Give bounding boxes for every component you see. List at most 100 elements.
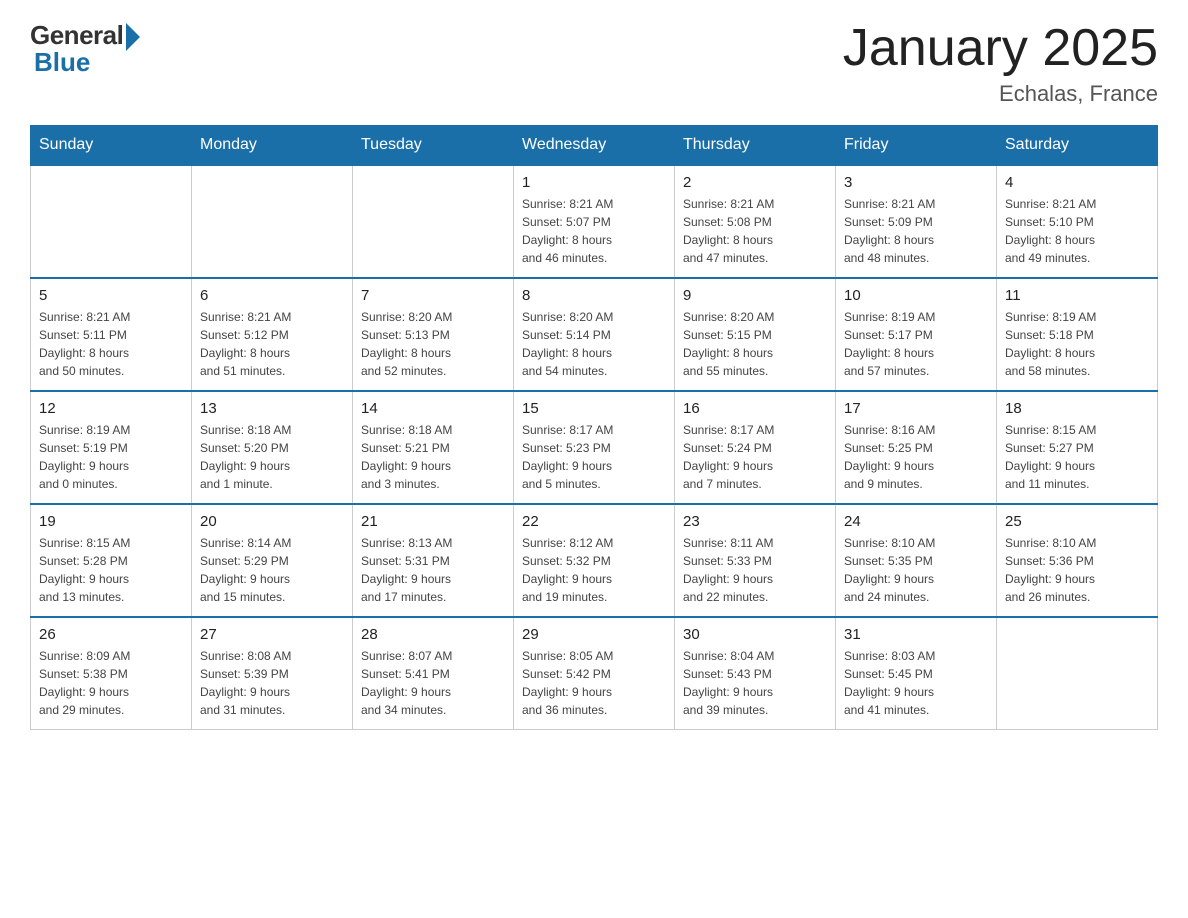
calendar-cell: 4 Sunrise: 8:21 AM Sunset: 5:10 PM Daylig…: [997, 165, 1158, 278]
calendar-cell: 30Sunrise: 8:04 AM Sunset: 5:43 PM Dayli…: [675, 617, 836, 730]
calendar-cell: 9 Sunrise: 8:20 AM Sunset: 5:15 PM Daylig…: [675, 278, 836, 391]
day-number: 19: [39, 513, 183, 530]
month-year-title: January 2025: [843, 20, 1158, 77]
day-info: Sunrise: 8:19 AM Sunset: 5:18 PM Dayligh…: [1005, 308, 1149, 380]
weekday-header-friday: Friday: [836, 126, 997, 166]
calendar-week-row: 26 Sunrise: 8:09 AM Sunset: 5:38 PM Dayli…: [31, 617, 1158, 730]
day-number: 20: [200, 513, 344, 530]
page-header: General Blue January 2025 Echalas, Franc…: [30, 20, 1158, 107]
calendar-cell: 25 Sunrise: 8:10 AM Sunset: 5:36 PM Dayli…: [997, 504, 1158, 617]
day-info: Sunrise: 8:20 AM Sunset: 5:15 PM Dayligh…: [683, 308, 827, 380]
calendar-cell: [192, 165, 353, 278]
day-number: 9: [683, 287, 827, 304]
day-info: Sunrise: 8:09 AM Sunset: 5:38 PM Dayligh…: [39, 647, 183, 719]
day-info: Sunrise: 8:21 AM Sunset: 5:12 PM Dayligh…: [200, 308, 344, 380]
day-info: Sunrise: 8:18 AM Sunset: 5:21 PM Dayligh…: [361, 421, 505, 493]
calendar-cell: [997, 617, 1158, 730]
calendar-cell: 10Sunrise: 8:19 AM Sunset: 5:17 PM Dayli…: [836, 278, 997, 391]
weekday-header-tuesday: Tuesday: [353, 126, 514, 166]
day-number: 26: [39, 626, 183, 643]
weekday-header-wednesday: Wednesday: [514, 126, 675, 166]
day-info: Sunrise: 8:17 AM Sunset: 5:23 PM Dayligh…: [522, 421, 666, 493]
day-number: 24: [844, 513, 988, 530]
calendar-cell: 7 Sunrise: 8:20 AM Sunset: 5:13 PM Daylig…: [353, 278, 514, 391]
calendar-cell: 28 Sunrise: 8:07 AM Sunset: 5:41 PM Dayli…: [353, 617, 514, 730]
calendar-week-row: 12 Sunrise: 8:19 AM Sunset: 5:19 PM Dayli…: [31, 391, 1158, 504]
calendar-header-row: SundayMondayTuesdayWednesdayThursdayFrid…: [31, 126, 1158, 166]
calendar-table: SundayMondayTuesdayWednesdayThursdayFrid…: [30, 125, 1158, 730]
day-number: 31: [844, 626, 988, 643]
day-info: Sunrise: 8:07 AM Sunset: 5:41 PM Dayligh…: [361, 647, 505, 719]
logo-arrow-icon: [126, 23, 140, 51]
day-number: 3: [844, 174, 988, 191]
calendar-cell: 24Sunrise: 8:10 AM Sunset: 5:35 PM Dayli…: [836, 504, 997, 617]
location-label: Echalas, France: [843, 81, 1158, 107]
calendar-cell: 26 Sunrise: 8:09 AM Sunset: 5:38 PM Dayli…: [31, 617, 192, 730]
weekday-header-monday: Monday: [192, 126, 353, 166]
calendar-cell: 23Sunrise: 8:11 AM Sunset: 5:33 PM Dayli…: [675, 504, 836, 617]
calendar-cell: 21 Sunrise: 8:13 AM Sunset: 5:31 PM Dayli…: [353, 504, 514, 617]
calendar-cell: 14 Sunrise: 8:18 AM Sunset: 5:21 PM Dayli…: [353, 391, 514, 504]
day-number: 21: [361, 513, 505, 530]
logo-blue-text: Blue: [34, 47, 90, 78]
day-number: 11: [1005, 287, 1149, 304]
day-number: 30: [683, 626, 827, 643]
day-info: Sunrise: 8:21 AM Sunset: 5:07 PM Dayligh…: [522, 195, 666, 267]
weekday-header-thursday: Thursday: [675, 126, 836, 166]
day-info: Sunrise: 8:12 AM Sunset: 5:32 PM Dayligh…: [522, 534, 666, 606]
day-number: 7: [361, 287, 505, 304]
calendar-week-row: 19Sunrise: 8:15 AM Sunset: 5:28 PM Dayli…: [31, 504, 1158, 617]
calendar-cell: 18 Sunrise: 8:15 AM Sunset: 5:27 PM Dayli…: [997, 391, 1158, 504]
day-info: Sunrise: 8:16 AM Sunset: 5:25 PM Dayligh…: [844, 421, 988, 493]
day-info: Sunrise: 8:13 AM Sunset: 5:31 PM Dayligh…: [361, 534, 505, 606]
day-number: 28: [361, 626, 505, 643]
calendar-cell: 1 Sunrise: 8:21 AM Sunset: 5:07 PM Daylig…: [514, 165, 675, 278]
day-info: Sunrise: 8:21 AM Sunset: 5:10 PM Dayligh…: [1005, 195, 1149, 267]
day-info: Sunrise: 8:18 AM Sunset: 5:20 PM Dayligh…: [200, 421, 344, 493]
day-number: 29: [522, 626, 666, 643]
calendar-cell: [31, 165, 192, 278]
calendar-cell: 17 Sunrise: 8:16 AM Sunset: 5:25 PM Dayli…: [836, 391, 997, 504]
calendar-cell: 22Sunrise: 8:12 AM Sunset: 5:32 PM Dayli…: [514, 504, 675, 617]
calendar-cell: 12 Sunrise: 8:19 AM Sunset: 5:19 PM Dayli…: [31, 391, 192, 504]
calendar-cell: 6 Sunrise: 8:21 AM Sunset: 5:12 PM Daylig…: [192, 278, 353, 391]
day-number: 12: [39, 400, 183, 417]
day-info: Sunrise: 8:21 AM Sunset: 5:11 PM Dayligh…: [39, 308, 183, 380]
day-info: Sunrise: 8:20 AM Sunset: 5:14 PM Dayligh…: [522, 308, 666, 380]
day-number: 27: [200, 626, 344, 643]
day-number: 6: [200, 287, 344, 304]
logo: General Blue: [30, 20, 140, 78]
day-info: Sunrise: 8:15 AM Sunset: 5:27 PM Dayligh…: [1005, 421, 1149, 493]
day-number: 23: [683, 513, 827, 530]
day-number: 25: [1005, 513, 1149, 530]
day-number: 18: [1005, 400, 1149, 417]
day-number: 13: [200, 400, 344, 417]
day-number: 2: [683, 174, 827, 191]
calendar-cell: 3Sunrise: 8:21 AM Sunset: 5:09 PM Daylig…: [836, 165, 997, 278]
day-number: 1: [522, 174, 666, 191]
day-info: Sunrise: 8:19 AM Sunset: 5:19 PM Dayligh…: [39, 421, 183, 493]
day-number: 14: [361, 400, 505, 417]
calendar-cell: 27 Sunrise: 8:08 AM Sunset: 5:39 PM Dayli…: [192, 617, 353, 730]
day-number: 10: [844, 287, 988, 304]
day-number: 15: [522, 400, 666, 417]
day-info: Sunrise: 8:10 AM Sunset: 5:36 PM Dayligh…: [1005, 534, 1149, 606]
weekday-header-saturday: Saturday: [997, 126, 1158, 166]
title-block: January 2025 Echalas, France: [843, 20, 1158, 107]
calendar-cell: [353, 165, 514, 278]
calendar-cell: 8Sunrise: 8:20 AM Sunset: 5:14 PM Daylig…: [514, 278, 675, 391]
day-number: 4: [1005, 174, 1149, 191]
day-number: 16: [683, 400, 827, 417]
day-info: Sunrise: 8:05 AM Sunset: 5:42 PM Dayligh…: [522, 647, 666, 719]
calendar-cell: 15 Sunrise: 8:17 AM Sunset: 5:23 PM Dayli…: [514, 391, 675, 504]
calendar-cell: 19Sunrise: 8:15 AM Sunset: 5:28 PM Dayli…: [31, 504, 192, 617]
day-info: Sunrise: 8:08 AM Sunset: 5:39 PM Dayligh…: [200, 647, 344, 719]
calendar-cell: 20 Sunrise: 8:14 AM Sunset: 5:29 PM Dayli…: [192, 504, 353, 617]
day-info: Sunrise: 8:20 AM Sunset: 5:13 PM Dayligh…: [361, 308, 505, 380]
day-info: Sunrise: 8:14 AM Sunset: 5:29 PM Dayligh…: [200, 534, 344, 606]
calendar-cell: 11 Sunrise: 8:19 AM Sunset: 5:18 PM Dayli…: [997, 278, 1158, 391]
day-number: 17: [844, 400, 988, 417]
day-info: Sunrise: 8:21 AM Sunset: 5:08 PM Dayligh…: [683, 195, 827, 267]
weekday-header-sunday: Sunday: [31, 126, 192, 166]
calendar-cell: 13 Sunrise: 8:18 AM Sunset: 5:20 PM Dayli…: [192, 391, 353, 504]
